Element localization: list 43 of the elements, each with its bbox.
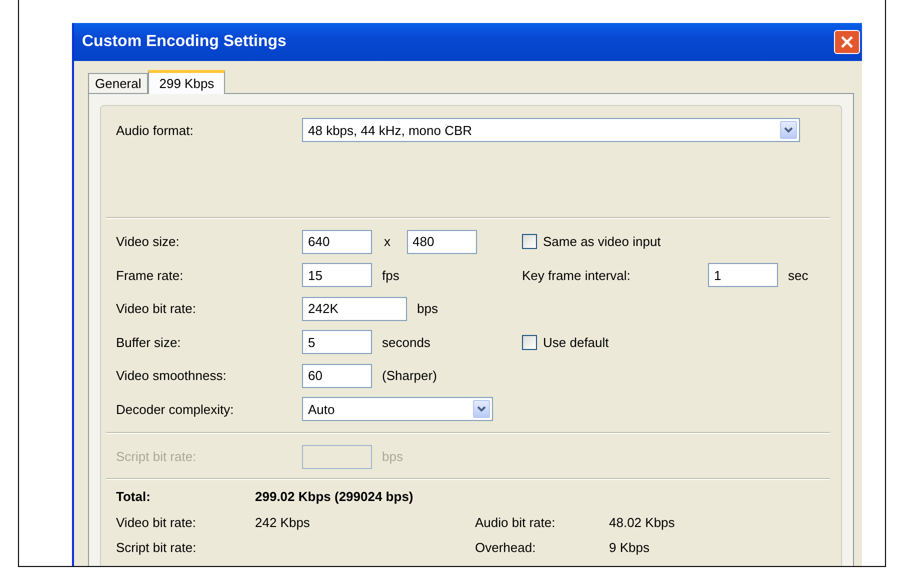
bit-rate-input[interactable]: 242K [302, 296, 407, 321]
unit-label: bps [382, 449, 403, 464]
decoder-complexity-dropdown[interactable]: Auto [302, 397, 493, 422]
checkbox[interactable] [522, 334, 537, 350]
unit-label: bps [417, 301, 438, 316]
window-title: Custom Encoding Settings [82, 33, 286, 51]
times-sign: x [384, 234, 390, 250]
audio-format-dropdown[interactable]: 48 kbps, 44 kHz, mono CBR [302, 118, 800, 142]
summary-label: Overhead: [475, 540, 537, 554]
checkbox-label: Same as video input [543, 234, 661, 250]
total-value: 299.02 Kbps (299024 bps) [255, 489, 414, 504]
smoothness-input[interactable]: 60 [302, 364, 372, 388]
field-label: Frame rate: [116, 268, 184, 283]
total-label: Total: [116, 489, 152, 504]
summary-value: 9 Kbps [609, 540, 650, 554]
unit-label: (Sharper) [382, 368, 437, 384]
field-label: Script bit rate: [116, 449, 198, 464]
unit-label: seconds [382, 334, 430, 350]
summary-label: Script bit rate: [116, 540, 198, 554]
field-label: Video smoothness: [116, 368, 228, 384]
checkbox-label: Use default [543, 334, 609, 350]
field-label: Audio format: [116, 122, 194, 138]
close-icon [840, 35, 854, 49]
field-label: Decoder complexity: [116, 402, 235, 417]
summary-label: Video bit rate: [116, 514, 197, 530]
close-button[interactable] [834, 30, 860, 54]
tab[interactable]: General [88, 73, 148, 93]
summary-label: Audio bit rate: [475, 514, 556, 530]
summary-value: 48.02 Kbps [609, 514, 675, 530]
field-label: Video size: [116, 234, 180, 250]
frame-rate-input[interactable]: 15 [302, 263, 372, 288]
buffer-size-input[interactable]: 5 [302, 330, 372, 354]
checkbox[interactable] [522, 234, 537, 250]
field-label: Buffer size: [116, 334, 182, 350]
field-label: Key frame interval: [522, 268, 632, 283]
field-label: Video bit rate: [116, 301, 197, 316]
summary-value: 242 Kbps [255, 514, 310, 530]
unit-label: fps [382, 268, 400, 283]
height-input[interactable]: 480 [406, 230, 476, 254]
tab[interactable]: 299 Kbps [148, 70, 226, 94]
key-frame-input[interactable]: 1 [708, 263, 778, 288]
unit-label: sec [788, 268, 808, 283]
width-input[interactable]: 640 [302, 230, 372, 254]
